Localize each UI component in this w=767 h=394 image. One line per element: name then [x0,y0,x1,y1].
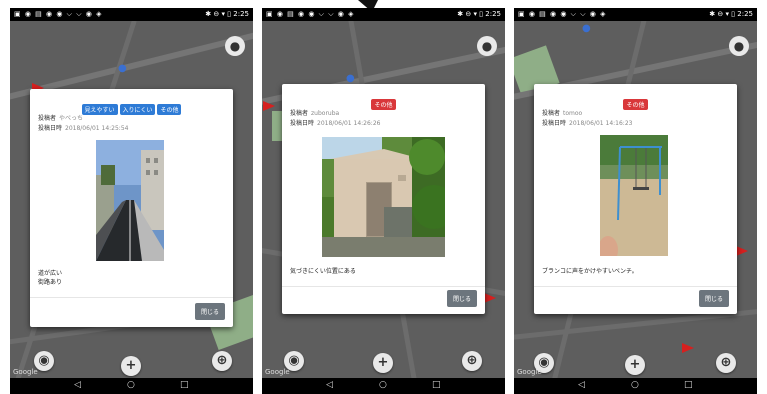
post-meta: 投稿者 tomoo 投稿日時 2018/06/01 14:16:23 [542,109,632,129]
post-date: 2018/06/01 14:26:26 [317,120,381,127]
building-photo [322,137,445,257]
add-icon[interactable]: + [373,353,393,373]
home-icon[interactable]: ○ [631,380,639,390]
post-comment: ブランコに声をかけやすいベンチ。 [542,268,638,275]
notification-icons: ▣ ◉ ▤ ◉ ◉ ⌵ ⌵ ◉ ◈ [14,10,103,18]
author-name: zuboruba [311,110,340,117]
android-nav-bar: ◁ ○ □ [10,378,253,394]
recents-icon[interactable]: □ [180,380,189,390]
post-meta: 投稿者 やべっち 投稿日時 2018/06/01 14:25:54 [38,114,128,134]
status-bar: ▣ ◉ ▤ ◉ ◉ ⌵ ⌵ ◉ ◈ ✱ ⊖ ▾ ▯ 2:25 [514,8,757,21]
post-photo [322,137,445,257]
locate-icon[interactable]: ⊕ [716,353,736,373]
post-modal: 見えやすい 入りにくい その他 投稿者 やべっち 投稿日時 2018/06/01 14:… [30,89,233,327]
account-icon[interactable]: ● [477,36,497,56]
phone-screen-2: ▣ ◉ ▤ ◉ ◉ ⌵ ⌵ ◉ ◈ ✱ ⊖ ▾ ▯ 2:25 ● ● ◉ + ⊕… [262,8,505,394]
back-icon[interactable]: ◁ [578,380,585,390]
author-label: 投稿者 [38,115,57,122]
date-label: 投稿日時 [38,125,63,132]
map-pin-icon[interactable]: ● [582,23,591,34]
phone-screen-1: ▣ ◉ ▤ ◉ ◉ ⌵ ⌵ ◉ ◈ ✱ ⊖ ▾ ▯ 2:25 ● ● ◉ + ⊕… [10,8,253,394]
flag-marker-icon[interactable] [736,246,748,256]
back-icon[interactable]: ◁ [74,380,81,390]
author-name: tomoo [563,110,583,117]
close-button[interactable]: 閉じる [698,290,729,307]
date-label: 投稿日時 [542,120,567,127]
post-photo [96,140,164,261]
modal-divider [534,286,737,287]
post-comment: 気づきにくい位置にある [290,268,356,275]
status-time: 2:25 [233,10,249,18]
close-button[interactable]: 閉じる [446,290,477,307]
android-nav-bar: ◁ ○ □ [514,378,757,394]
map-pin-icon[interactable]: ● [346,73,355,84]
wifi-icon: ✱ ⊖ ▾ ▯ [709,10,738,18]
street-photo [96,140,164,261]
map-view[interactable]: ● ● ◉ + ⊕ Google 見えやすい 入りにくい その他 投稿者 やべっち 投… [10,21,253,378]
post-modal: その他 投稿者 zuboruba 投稿日時 2018/06/01 14:26:26 [282,84,485,314]
status-bar: ▣ ◉ ▤ ◉ ◉ ⌵ ⌵ ◉ ◈ ✱ ⊖ ▾ ▯ 2:25 [10,8,253,21]
phone-screen-3: ▣ ◉ ▤ ◉ ◉ ⌵ ⌵ ◉ ◈ ✱ ⊖ ▾ ▯ 2:25 ● ● ◉ + ⊕… [514,8,757,394]
account-icon[interactable]: ● [729,36,749,56]
flag-marker-icon[interactable] [682,343,694,353]
android-nav-bar: ◁ ○ □ [262,378,505,394]
google-logo: Google [517,368,542,376]
map-pin-icon[interactable]: ● [118,63,127,74]
status-time: 2:25 [737,10,753,18]
flag-marker-icon[interactable] [484,293,496,303]
home-icon[interactable]: ○ [127,380,135,390]
wifi-icon: ✱ ⊖ ▾ ▯ [457,10,486,18]
post-photo [600,135,668,256]
status-bar: ▣ ◉ ▤ ◉ ◉ ⌵ ⌵ ◉ ◈ ✱ ⊖ ▾ ▯ 2:25 [262,8,505,21]
status-time: 2:25 [485,10,501,18]
locate-icon[interactable]: ⊕ [212,351,232,371]
post-modal: その他 投稿者 tomoo 投稿日時 2018/06/01 14:16:23 ブ… [534,84,737,314]
google-logo: Google [13,368,38,376]
map-view[interactable]: ● ● ◉ + ⊕ Google その他 投稿者 zuboruba 投稿日時 201… [262,21,505,378]
notification-icons: ▣ ◉ ▤ ◉ ◉ ⌵ ⌵ ◉ ◈ [518,10,607,18]
post-date: 2018/06/01 14:25:54 [65,125,129,132]
date-label: 投稿日時 [290,120,315,127]
swing-photo [600,135,668,256]
recents-icon[interactable]: □ [432,380,441,390]
modal-divider [30,297,233,298]
tag-badge: その他 [157,104,182,115]
post-meta: 投稿者 zuboruba 投稿日時 2018/06/01 14:26:26 [290,109,380,129]
author-label: 投稿者 [542,110,561,117]
close-button[interactable]: 閉じる [194,303,225,320]
recents-icon[interactable]: □ [684,380,693,390]
add-icon[interactable]: + [121,356,141,376]
author-name: やべっち [59,115,84,122]
map-view[interactable]: ● ● ◉ + ⊕ Google その他 投稿者 tomoo 投稿日時 2018/0… [514,21,757,378]
post-date: 2018/06/01 14:16:23 [569,120,633,127]
modal-divider [282,286,485,287]
notification-icons: ▣ ◉ ▤ ◉ ◉ ⌵ ⌵ ◉ ◈ [266,10,355,18]
add-icon[interactable]: + [625,355,645,375]
back-icon[interactable]: ◁ [326,380,333,390]
wifi-icon: ✱ ⊖ ▾ ▯ [205,10,234,18]
google-logo: Google [265,368,290,376]
author-label: 投稿者 [290,110,309,117]
flag-marker-icon[interactable] [263,101,275,111]
home-icon[interactable]: ○ [379,380,387,390]
locate-icon[interactable]: ⊕ [462,351,482,371]
post-comment: 道が広い 街路あり [38,270,63,286]
account-icon[interactable]: ● [225,36,245,56]
